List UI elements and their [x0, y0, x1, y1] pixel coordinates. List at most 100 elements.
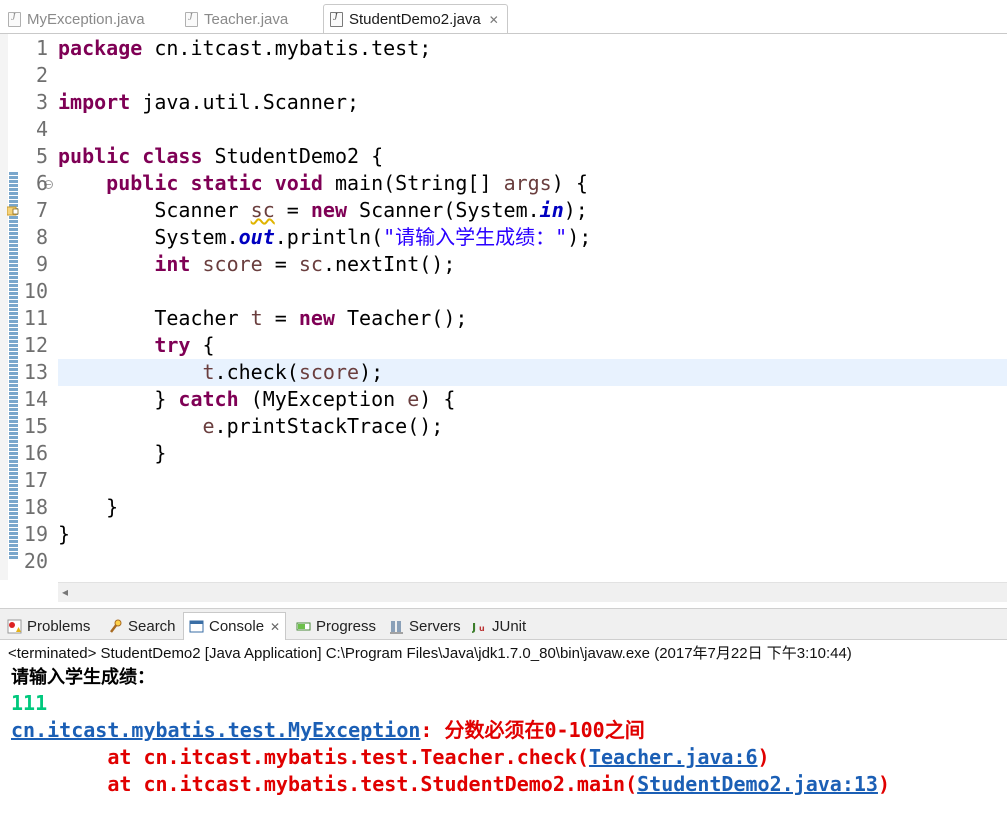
- code-text: java.util.Scanner;: [130, 90, 360, 114]
- code-line-18[interactable]: }: [58, 494, 1007, 521]
- code-line-16[interactable]: }: [58, 440, 1007, 467]
- code-text: cn.itcast.mybatis.test;: [142, 36, 432, 60]
- source-location-link[interactable]: Teacher.java:6: [589, 745, 758, 769]
- code-text: );: [563, 198, 588, 222]
- tab-servers[interactable]: Servers: [389, 613, 461, 639]
- console-exception-line: cn.itcast.mybatis.test.MyException: 分数必须…: [11, 717, 645, 744]
- views-tab-bar: Problems Search Console ✕ Progress Serve…: [0, 608, 1007, 641]
- local-variable: score: [298, 360, 360, 384]
- tab-label: StudentDemo2.java: [349, 11, 481, 28]
- code-text: );: [359, 360, 384, 384]
- code-text-area[interactable]: package cn.itcast.mybatis.test; import j…: [58, 34, 1007, 580]
- code-line-5[interactable]: public class StudentDemo2 {: [58, 143, 1007, 170]
- code-line-14[interactable]: } catch (MyException e) {: [58, 386, 1007, 413]
- editor-tab-bar: MyException.java Teacher.java StudentDem…: [0, 0, 1007, 36]
- code-text: Teacher: [154, 306, 251, 330]
- code-line-3[interactable]: import java.util.Scanner;: [58, 89, 1007, 116]
- close-icon[interactable]: ✕: [270, 620, 280, 634]
- line-number: 20: [23, 549, 48, 573]
- console-icon: [189, 620, 204, 633]
- tab-myexception-java[interactable]: MyException.java: [8, 5, 145, 33]
- trace-text: at cn.itcast.mybatis.test.Teacher.check(: [11, 745, 589, 769]
- local-variable: sc: [250, 198, 275, 222]
- local-variable: t: [202, 360, 215, 384]
- code-line-15[interactable]: e.printStackTrace();: [58, 413, 1007, 440]
- quick-diff-bar: [9, 172, 18, 559]
- trace-text: ): [877, 772, 891, 796]
- exception-class-link[interactable]: cn.itcast.mybatis.test.MyException: [11, 718, 420, 742]
- trace-text: ): [757, 745, 770, 769]
- line-number-gutter: 1 2 3 4 5 6 7 8 9 10 11 12 13 14 15 16 1…: [18, 34, 58, 580]
- scroll-left-icon[interactable]: ◂: [62, 585, 68, 599]
- code-line-12[interactable]: try {: [58, 332, 1007, 359]
- console-output[interactable]: <terminated> StudentDemo2 [Java Applicat…: [0, 640, 1007, 819]
- line-number: 1: [35, 36, 48, 60]
- tab-teacher-java[interactable]: Teacher.java: [185, 5, 288, 33]
- line-number: 17: [23, 468, 48, 492]
- keyword: void: [274, 171, 323, 195]
- java-file-icon: [8, 11, 21, 27]
- code-text: .nextInt();: [322, 252, 456, 276]
- tab-console[interactable]: Console ✕: [183, 612, 287, 641]
- tab-problems[interactable]: Problems: [7, 613, 90, 639]
- code-text: =: [262, 306, 299, 330]
- tab-search[interactable]: Search: [108, 613, 176, 639]
- tab-label: Servers: [409, 617, 461, 635]
- code-line-1[interactable]: package cn.itcast.mybatis.test;: [58, 35, 1007, 62]
- code-line-7[interactable]: Scanner sc = new Scanner(System.in);: [58, 197, 1007, 224]
- keyword: try: [154, 333, 191, 357]
- progress-icon: [296, 622, 311, 630]
- svg-text:J: J: [472, 621, 476, 634]
- code-text: Scanner(System.: [347, 198, 540, 222]
- keyword: import: [58, 90, 131, 114]
- local-variable: score: [202, 252, 263, 276]
- keyword: catch: [178, 387, 239, 411]
- code-line-19[interactable]: }: [58, 521, 1007, 548]
- java-file-icon: [185, 11, 198, 27]
- line-number: 5: [35, 144, 48, 168]
- code-text: {: [190, 333, 215, 357]
- line-number: 2: [35, 63, 48, 87]
- line-number: 13: [23, 360, 48, 384]
- svg-text:u: u: [479, 624, 485, 633]
- line-number: 18: [23, 495, 48, 519]
- local-variable: t: [250, 306, 263, 330]
- code-text: System.: [154, 225, 239, 249]
- code-line-11[interactable]: Teacher t = new Teacher();: [58, 305, 1007, 332]
- code-editor[interactable]: − 1 2 3 4 5 6 7 8 9 10 11 12 13 14 15 16…: [0, 34, 1007, 602]
- console-stdin-line: 111: [11, 691, 48, 715]
- static-field: out: [238, 225, 275, 249]
- keyword: new: [310, 198, 347, 222]
- stack-trace-line: at cn.itcast.mybatis.test.StudentDemo2.m…: [11, 771, 890, 798]
- line-number: 15: [23, 414, 48, 438]
- string-literal: "请输入学生成绩：": [383, 225, 568, 249]
- code-text: (MyException: [238, 387, 408, 411]
- line-number: 11: [23, 306, 48, 330]
- overview-ruler: [0, 34, 8, 580]
- code-line-8[interactable]: System.out.println("请输入学生成绩：");: [58, 224, 1007, 251]
- local-variable: sc: [298, 252, 323, 276]
- close-icon[interactable]: ✕: [489, 13, 499, 27]
- code-line-6[interactable]: public static void main(String[] args) {: [58, 170, 1007, 197]
- horizontal-scrollbar[interactable]: ◂: [58, 582, 1007, 602]
- tab-studentdemo2-java[interactable]: StudentDemo2.java ✕: [323, 4, 508, 34]
- code-text: Teacher();: [334, 306, 468, 330]
- line-number: 14: [23, 387, 48, 411]
- code-text: main(String[]: [322, 171, 504, 195]
- code-line-13-current[interactable]: t.check(score);: [58, 359, 1007, 386]
- keyword: package: [58, 36, 143, 60]
- tab-progress[interactable]: Progress: [296, 613, 376, 639]
- source-location-link[interactable]: StudentDemo2.java:13: [637, 772, 878, 796]
- code-line-9[interactable]: int score = sc.nextInt();: [58, 251, 1007, 278]
- code-text: ) {: [419, 387, 456, 411]
- code-text: );: [567, 225, 592, 249]
- line-number: 7: [35, 198, 48, 222]
- tab-junit[interactable]: J u JUnit: [472, 613, 526, 639]
- problems-icon: [7, 619, 22, 633]
- keyword: static: [190, 171, 263, 195]
